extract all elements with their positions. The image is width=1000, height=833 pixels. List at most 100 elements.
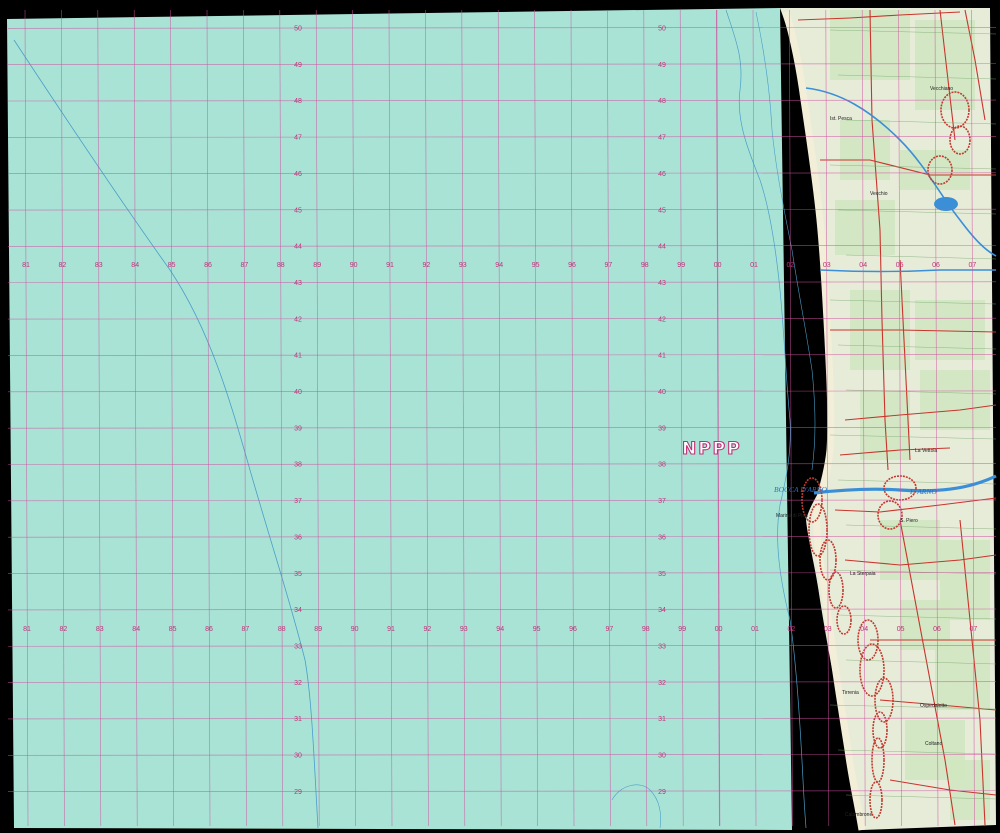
place-label-locality: Vecchio bbox=[870, 191, 888, 197]
place-label-village: Vecchiano bbox=[930, 86, 953, 92]
topographic-map[interactable]: 81 82 83 84 85 86 87 88 89 90 91 92 93 94 95 96 97 98 99 00… bbox=[0, 0, 1000, 833]
northing-label: 36 bbox=[294, 534, 302, 541]
easting-label: 84 bbox=[131, 262, 139, 269]
easting-label: 94 bbox=[495, 262, 503, 269]
easting-label: 83 bbox=[95, 262, 103, 269]
northing-label: 29 bbox=[658, 789, 666, 796]
place-label-locality: Coltano bbox=[925, 741, 942, 747]
place-label-town: Marina di Pisa bbox=[776, 513, 808, 519]
easting-label: 84 bbox=[132, 626, 140, 633]
northing-label: 49 bbox=[658, 62, 666, 69]
northing-label: 39 bbox=[294, 425, 302, 432]
easting-label: 87 bbox=[242, 626, 250, 633]
northing-label: 41 bbox=[658, 353, 666, 360]
easting-label: 82 bbox=[59, 262, 67, 269]
easting-label: 99 bbox=[677, 262, 685, 269]
northing-label: 42 bbox=[294, 316, 302, 323]
northing-label: 46 bbox=[658, 171, 666, 178]
northing-label: 32 bbox=[658, 680, 666, 687]
northing-label: 30 bbox=[658, 753, 666, 760]
place-label-river: F. ARNO bbox=[909, 487, 937, 496]
northing-label: 44 bbox=[658, 244, 666, 251]
northing-label: 35 bbox=[658, 571, 666, 578]
easting-label: 06 bbox=[933, 626, 941, 633]
northing-label: 48 bbox=[294, 98, 302, 105]
place-label-village: La Vettola bbox=[915, 448, 937, 454]
easting-label: 03 bbox=[823, 262, 831, 269]
easting-label: 86 bbox=[204, 262, 212, 269]
easting-label: 02 bbox=[788, 626, 796, 633]
farm-field bbox=[835, 200, 895, 255]
farm-field bbox=[920, 370, 990, 430]
northing-label: 41 bbox=[294, 353, 302, 360]
farm-field bbox=[935, 640, 990, 710]
northing-label: 47 bbox=[294, 135, 302, 142]
place-label-river-mouth: BOCCA D'ARNO bbox=[774, 485, 828, 494]
easting-label: 02 bbox=[787, 262, 795, 269]
northing-label: 39 bbox=[658, 425, 666, 432]
easting-label: 03 bbox=[824, 626, 832, 633]
northing-label: 29 bbox=[294, 789, 302, 796]
easting-label: 88 bbox=[278, 626, 286, 633]
northing-label: 34 bbox=[658, 607, 666, 614]
easting-label: 99 bbox=[678, 626, 686, 633]
easting-label: 89 bbox=[314, 626, 322, 633]
northing-label: 45 bbox=[658, 207, 666, 214]
easting-label: 89 bbox=[313, 262, 321, 269]
easting-label: 96 bbox=[568, 262, 576, 269]
northing-label: 30 bbox=[294, 753, 302, 760]
easting-label: 00 bbox=[715, 626, 723, 633]
sea-area bbox=[7, 8, 792, 830]
farm-field bbox=[840, 120, 890, 180]
northing-label: 46 bbox=[294, 171, 302, 178]
place-label-town: Calambrone bbox=[845, 812, 872, 818]
easting-label: 07 bbox=[969, 262, 977, 269]
northing-label: 43 bbox=[658, 280, 666, 287]
place-label-town: Tirrenia bbox=[842, 690, 859, 696]
easting-label: 97 bbox=[606, 626, 614, 633]
northing-label: 37 bbox=[294, 498, 302, 505]
northing-label: 50 bbox=[658, 26, 666, 33]
place-label-village: S. Piero bbox=[900, 518, 918, 524]
northing-label: 49 bbox=[294, 62, 302, 69]
easting-label: 06 bbox=[932, 262, 940, 269]
easting-label: 92 bbox=[424, 626, 432, 633]
easting-label: 87 bbox=[241, 262, 249, 269]
northing-label: 32 bbox=[294, 680, 302, 687]
place-label-locality: La Sterpaia bbox=[850, 571, 876, 577]
northing-label: 35 bbox=[294, 571, 302, 578]
easting-label: 90 bbox=[351, 626, 359, 633]
place-label-locality: Ist. Pesca bbox=[830, 116, 852, 122]
northing-label: 34 bbox=[294, 607, 302, 614]
easting-label: 97 bbox=[605, 262, 613, 269]
northing-label: 44 bbox=[294, 244, 302, 251]
easting-label: 86 bbox=[205, 626, 213, 633]
easting-label: 81 bbox=[22, 262, 30, 269]
easting-label: 91 bbox=[386, 262, 394, 269]
easting-label: 94 bbox=[496, 626, 504, 633]
easting-label: 98 bbox=[641, 262, 649, 269]
easting-label: 05 bbox=[897, 626, 905, 633]
northing-label: 40 bbox=[658, 389, 666, 396]
northing-label: 37 bbox=[658, 498, 666, 505]
easting-label: 88 bbox=[277, 262, 285, 269]
place-label-village: Ospedaletto bbox=[920, 703, 947, 709]
easting-label: 95 bbox=[533, 626, 541, 633]
northing-label: 31 bbox=[294, 716, 302, 723]
easting-label: 91 bbox=[387, 626, 395, 633]
easting-label: 01 bbox=[751, 626, 759, 633]
easting-label: 07 bbox=[970, 626, 978, 633]
easting-label: 04 bbox=[859, 262, 867, 269]
northing-label: 38 bbox=[294, 462, 302, 469]
northing-label: 31 bbox=[658, 716, 666, 723]
easting-label: 01 bbox=[750, 262, 758, 269]
northing-label: 45 bbox=[294, 207, 302, 214]
northing-label: 33 bbox=[294, 643, 302, 650]
northing-label: 50 bbox=[294, 26, 302, 33]
easting-label: 04 bbox=[860, 626, 868, 633]
map-canvas[interactable]: 81 82 83 84 85 86 87 88 89 90 91 92 93 94 95 96 97 98 99 00… bbox=[0, 0, 1000, 833]
northing-label: 47 bbox=[658, 135, 666, 142]
easting-label: 85 bbox=[169, 626, 177, 633]
easting-label: 92 bbox=[423, 262, 431, 269]
sheet-code-label: NPPP bbox=[682, 439, 742, 459]
